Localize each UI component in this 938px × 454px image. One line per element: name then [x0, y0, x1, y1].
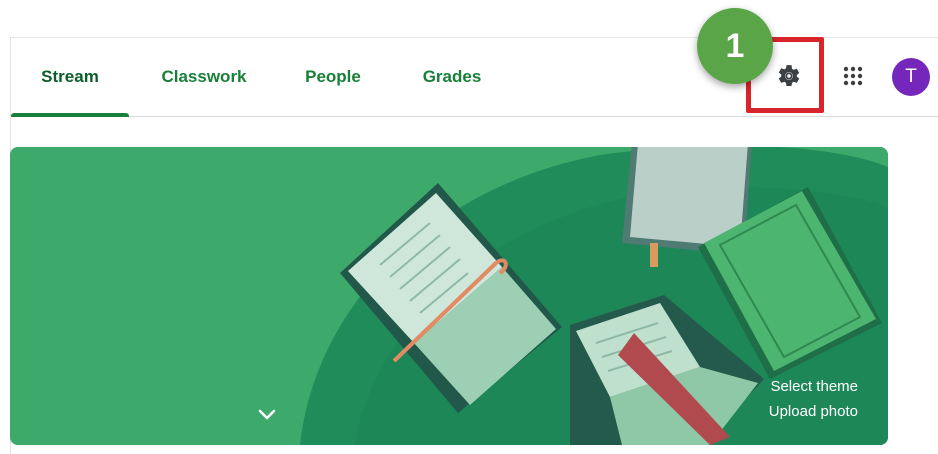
chevron-down-icon: [258, 409, 276, 420]
avatar-initial: T: [905, 66, 917, 87]
upload-photo-link[interactable]: Upload photo: [769, 403, 858, 420]
step-number: 1: [725, 26, 745, 65]
google-apps-button[interactable]: [835, 58, 871, 94]
tab-classwork[interactable]: Classwork: [149, 38, 259, 116]
gear-icon: [778, 65, 800, 86]
apps-grid-icon: [843, 66, 863, 86]
settings-button[interactable]: [771, 58, 807, 94]
top-navigation-bar: Stream Classwork People Grades T: [11, 38, 938, 117]
tab-grades[interactable]: Grades: [409, 38, 495, 116]
tab-stream-label: Stream: [41, 67, 99, 86]
account-avatar[interactable]: T: [892, 58, 930, 96]
tab-people-label: People: [305, 67, 361, 86]
tab-stream[interactable]: Stream: [11, 38, 129, 117]
active-tab-indicator: [11, 113, 129, 117]
upload-photo-label: Upload photo: [768, 403, 858, 420]
tab-grades-label: Grades: [422, 67, 482, 86]
class-banner: Select theme Upload photo: [10, 147, 888, 445]
tab-classwork-label: Classwork: [161, 67, 247, 86]
select-theme-label: Select theme: [770, 378, 858, 395]
banner-illustration: [10, 147, 888, 445]
annotation-step-badge: 1: [697, 8, 773, 84]
select-theme-link[interactable]: Select theme: [770, 378, 858, 395]
expand-banner-button[interactable]: [252, 400, 282, 430]
tab-people[interactable]: People: [291, 38, 375, 116]
